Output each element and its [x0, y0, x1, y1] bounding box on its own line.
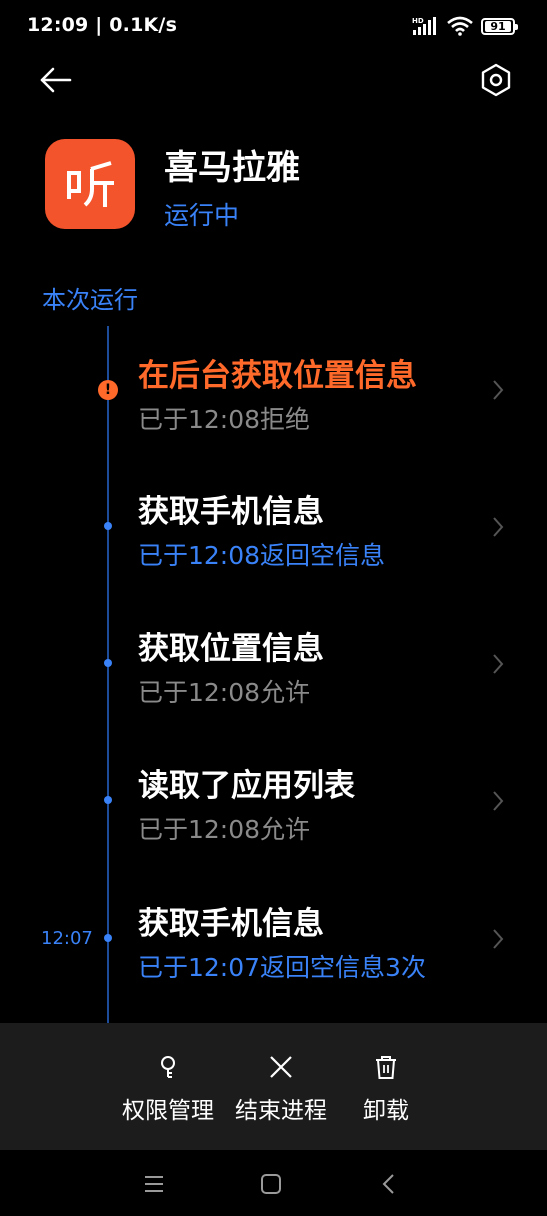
- status-icons: HD 91: [411, 14, 518, 38]
- signal-icon: HD: [412, 17, 436, 35]
- battery-level: 91: [485, 20, 511, 32]
- chevron-right-icon: [493, 929, 504, 949]
- chevron-right-icon: [493, 517, 504, 537]
- timeline-item-title: 获取手机信息: [138, 906, 324, 942]
- timeline-item-title: 获取手机信息: [138, 494, 324, 530]
- trash-icon: [376, 1056, 396, 1079]
- app-running-detail-screen: 12:09 | 0.1K/s HD 91 喜马拉雅 运行中 本次运行 ! 在后台…: [0, 0, 547, 1216]
- timeline-item-status: 已于12:08允许: [138, 815, 311, 844]
- timeline-dot: [104, 796, 112, 804]
- timeline-dot: [104, 934, 112, 942]
- app-name: 喜马拉雅: [164, 148, 300, 188]
- chevron-right-icon: [493, 380, 504, 400]
- permission-bulb-icon: [161, 1056, 175, 1078]
- uninstall-label: 卸载: [363, 1098, 409, 1124]
- timeline-item-title: 在后台获取位置信息: [138, 358, 417, 394]
- status-time-speed: 12:09 | 0.1K/s: [27, 14, 178, 36]
- chevron-right-icon: [493, 791, 504, 811]
- chevron-right-icon: [493, 654, 504, 674]
- timeline-item-title: 读取了应用列表: [138, 768, 355, 804]
- timeline-item-status: 已于12:07返回空信息3次: [138, 953, 426, 982]
- wifi-icon: [447, 16, 473, 36]
- timeline-dot: [104, 522, 112, 530]
- timeline-item-status: 已于12:08允许: [138, 678, 311, 707]
- warning-icon: !: [98, 380, 118, 400]
- timeline-item-title: 获取位置信息: [138, 631, 324, 667]
- timeline-item-status: 已于12:08返回空信息: [138, 541, 386, 570]
- app-logo-icon: [67, 161, 114, 207]
- uninstall-button[interactable]: 卸载: [352, 1023, 420, 1150]
- close-icon: [270, 1056, 292, 1078]
- bottom-action-bar: 权限管理 结束进程 卸载: [0, 1023, 547, 1150]
- permissions-button[interactable]: 权限管理: [116, 1023, 220, 1150]
- timeline-item[interactable]: 12:07 获取手机信息 已于12:07返回空信息3次: [0, 890, 547, 1020]
- status-bar: 12:09 | 0.1K/s HD 91: [0, 0, 547, 52]
- app-icon: [45, 139, 135, 229]
- timeline-item-status: 已于12:08拒绝: [138, 405, 311, 434]
- back-arrow-icon[interactable]: [36, 62, 76, 98]
- home-icon[interactable]: [258, 1171, 284, 1197]
- timeline-item[interactable]: 获取位置信息 已于12:08允许: [0, 615, 547, 745]
- end-process-button[interactable]: 结束进程: [229, 1023, 333, 1150]
- settings-gear-icon[interactable]: [476, 60, 516, 100]
- permissions-label: 权限管理: [122, 1098, 214, 1124]
- hd-label: HD: [412, 17, 424, 25]
- timeline-time-label: 12:07: [41, 928, 93, 949]
- timeline-item[interactable]: 获取手机信息 已于12:08返回空信息: [0, 478, 547, 608]
- timeline-item[interactable]: ! 在后台获取位置信息 已于12:08拒绝: [0, 340, 547, 470]
- timeline-dot: [104, 659, 112, 667]
- end-process-label: 结束进程: [235, 1098, 327, 1124]
- system-navigation-bar: [0, 1150, 547, 1216]
- menu-icon[interactable]: [141, 1171, 167, 1197]
- battery-icon: 91: [481, 17, 518, 35]
- back-nav-icon[interactable]: [376, 1171, 402, 1197]
- timeline-item[interactable]: 读取了应用列表 已于12:08允许: [0, 752, 547, 882]
- section-title-current-run: 本次运行: [42, 286, 138, 314]
- app-running-status: 运行中: [164, 201, 240, 230]
